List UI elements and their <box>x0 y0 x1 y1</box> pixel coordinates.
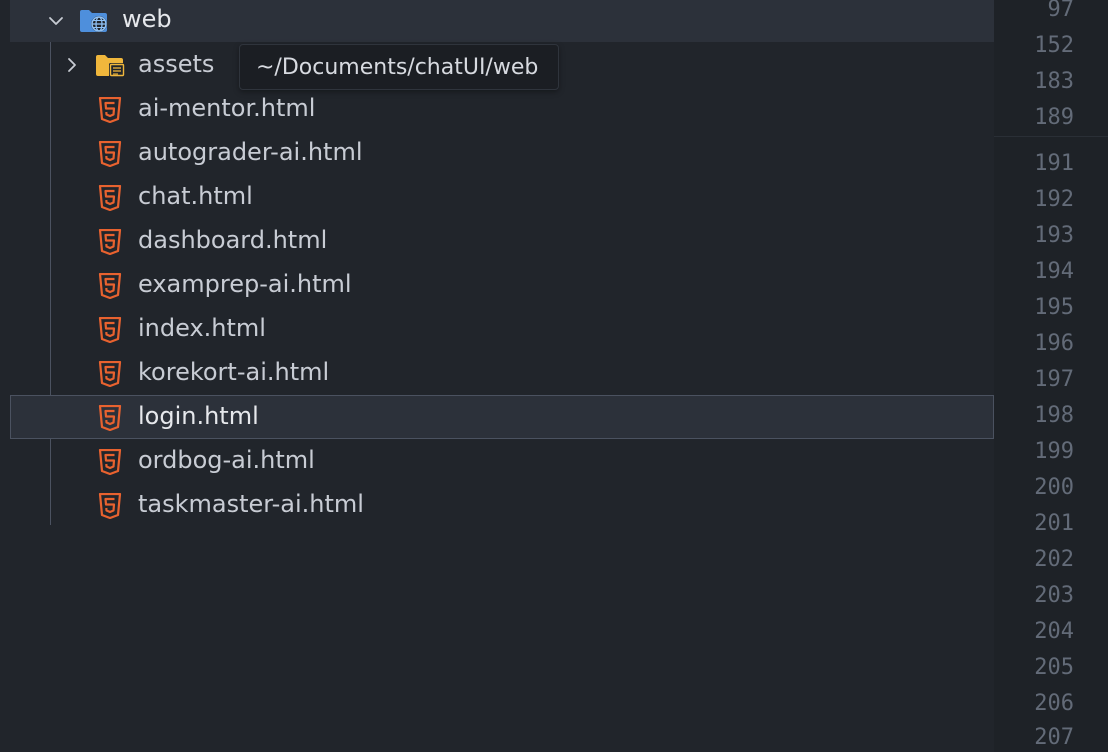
line-number: 196 <box>1034 331 1074 356</box>
file-label: ordbog-ai.html <box>138 446 315 474</box>
file-label: dashboard.html <box>138 226 328 254</box>
html5-icon <box>98 449 122 475</box>
file-row-korekort-ai[interactable]: korekort-ai.html <box>10 351 994 395</box>
file-row-dashboard[interactable]: dashboard.html <box>10 219 994 263</box>
line-number: 198 <box>1034 403 1074 428</box>
file-label: taskmaster-ai.html <box>138 490 364 518</box>
html5-icon <box>98 317 122 343</box>
line-number: 207 <box>1034 725 1074 750</box>
line-number: 183 <box>1034 69 1074 94</box>
editor-gutter: 97 152 183 189 191 192 193 194 195 196 1… <box>994 0 1108 752</box>
line-number: 202 <box>1034 547 1074 572</box>
file-row-index[interactable]: index.html <box>10 307 994 351</box>
line-number: 193 <box>1034 223 1074 248</box>
file-row-autograder-ai[interactable]: autograder-ai.html <box>10 131 994 175</box>
file-explorer: web assets ai-mentor.html autograder-ai.… <box>10 0 994 752</box>
line-number: 205 <box>1034 655 1074 680</box>
file-row-examprep-ai[interactable]: examprep-ai.html <box>10 263 994 307</box>
line-number: 195 <box>1034 295 1074 320</box>
chevron-right-icon[interactable] <box>62 55 82 75</box>
chevron-down-icon[interactable] <box>46 11 66 31</box>
file-label: login.html <box>138 402 259 430</box>
html5-icon <box>98 405 122 431</box>
file-label: examprep-ai.html <box>138 270 352 298</box>
line-number: 192 <box>1034 187 1074 212</box>
line-number: 189 <box>1034 105 1074 130</box>
line-number: 194 <box>1034 259 1074 284</box>
html5-icon <box>98 361 122 387</box>
file-row-ordbog-ai[interactable]: ordbog-ai.html <box>10 439 994 483</box>
file-row-chat[interactable]: chat.html <box>10 175 994 219</box>
line-number: 197 <box>1034 367 1074 392</box>
file-row-ai-mentor[interactable]: ai-mentor.html <box>10 87 994 131</box>
line-number: 201 <box>1034 511 1074 536</box>
file-label: index.html <box>138 314 266 342</box>
line-number: 191 <box>1034 151 1074 176</box>
file-row-taskmaster-ai[interactable]: taskmaster-ai.html <box>10 483 994 527</box>
folder-icon <box>95 52 127 80</box>
line-number: 203 <box>1034 583 1074 608</box>
file-row-login[interactable]: login.html <box>10 395 994 439</box>
file-label: korekort-ai.html <box>138 358 330 386</box>
line-number: 204 <box>1034 619 1074 644</box>
line-number: 152 <box>1034 33 1074 58</box>
file-label: ai-mentor.html <box>138 94 316 122</box>
html5-icon <box>98 141 122 167</box>
line-number: 199 <box>1034 439 1074 464</box>
html5-icon <box>98 185 122 211</box>
html5-icon <box>98 493 122 519</box>
gutter-divider <box>994 136 1108 137</box>
line-number: 97 <box>1047 0 1075 22</box>
line-number: 200 <box>1034 475 1074 500</box>
file-label: chat.html <box>138 182 253 210</box>
file-label: autograder-ai.html <box>138 138 363 166</box>
folder-row-web[interactable]: web <box>10 0 994 42</box>
html5-icon <box>98 97 122 123</box>
folder-label-web: web <box>122 5 172 33</box>
html5-icon <box>98 273 122 299</box>
line-number: 206 <box>1034 691 1074 716</box>
web-folder-icon <box>78 7 110 35</box>
html5-icon <box>98 229 122 255</box>
folder-label-assets: assets <box>138 50 215 78</box>
path-tooltip: ~/Documents/chatUI/web <box>239 44 559 90</box>
